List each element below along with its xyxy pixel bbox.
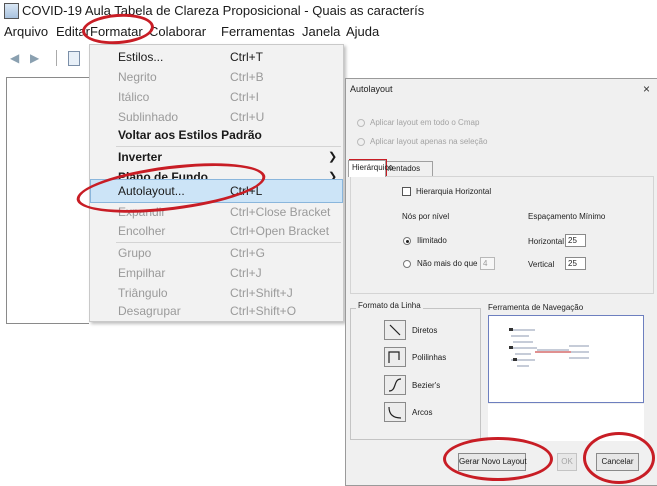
menu-item-encolher[interactable]: Encolher Ctrl+Open Bracket [90, 221, 343, 243]
window-title: COVID-19 Aula Tabela de Clareza Proposic… [22, 3, 425, 18]
polyline-icon [388, 351, 400, 363]
polyline-label: Polilinhas [412, 353, 447, 362]
menu-item-empilhar[interactable]: Empilhar Ctrl+J [90, 263, 343, 285]
menu-arquivo[interactable]: Arquivo [4, 24, 48, 39]
toolbar-separator [56, 50, 57, 66]
arc-label: Arcos [412, 408, 433, 417]
radio-apply-all-label: Aplicar layout em todo o Cmap [370, 118, 480, 127]
nodes-per-level-heading: Nós por nível [402, 212, 450, 221]
straight-line-icon [389, 324, 401, 336]
bezier-curve-icon [388, 378, 402, 392]
menu-item-grupo[interactable]: Grupo Ctrl+G [90, 243, 343, 265]
polyline-option[interactable] [384, 347, 406, 367]
vertical-spacing-field[interactable]: 25 [565, 257, 586, 270]
submenu-arrow-icon: ❯ [328, 151, 338, 163]
vertical-spacing-label: Vertical [528, 260, 555, 269]
menu-colaborar[interactable]: Colaborar [149, 24, 206, 39]
annotation-circle-cancel [583, 432, 655, 484]
radio-apply-selection-label: Aplicar layout apenas na seleção [370, 137, 488, 146]
arc-option[interactable] [384, 402, 406, 422]
min-spacing-heading: Espaçamento Mínimo [528, 212, 606, 221]
menu-ferramentas[interactable]: Ferramentas [221, 24, 295, 39]
radio-apply-all[interactable] [357, 119, 365, 127]
dialog-title: Autolayout [350, 84, 393, 94]
bezier-option[interactable] [384, 375, 406, 395]
menu-item-desagrupar[interactable]: Desagrupar Ctrl+Shift+O [90, 301, 343, 323]
radio-unlimited[interactable] [403, 237, 411, 245]
document-icon[interactable] [68, 51, 80, 66]
horizontal-spacing-field[interactable]: 25 [565, 234, 586, 247]
radio-apply-selection[interactable] [357, 138, 365, 146]
navigation-heading: Ferramenta de Navegação [488, 303, 584, 312]
radio-max-nodes-label: Não mais do que [417, 259, 478, 268]
arc-line-icon [388, 406, 402, 419]
menu-ajuda[interactable]: Ajuda [346, 24, 379, 39]
menu-item-negrito[interactable]: Negrito Ctrl+B [90, 67, 343, 89]
back-arrow-icon[interactable]: ◀ [10, 51, 19, 65]
radio-max-nodes[interactable] [403, 260, 411, 268]
straight-line-option[interactable] [384, 320, 406, 340]
hierarchy-tab-panel [350, 176, 654, 294]
menu-janela[interactable]: Janela [302, 24, 340, 39]
menu-item-estilos[interactable]: Estilos... Ctrl+T [90, 47, 343, 69]
hierarchy-horizontal-label: Hierarquia Horizontal [416, 187, 492, 196]
line-format-heading: Formato da Linha [356, 301, 423, 310]
forward-arrow-icon[interactable]: ▶ [30, 51, 39, 65]
close-icon[interactable]: × [643, 82, 650, 96]
ok-button[interactable]: OK [557, 453, 577, 471]
straight-line-label: Diretos [412, 326, 438, 335]
autolayout-dialog: Autolayout × Aplicar layout em todo o Cm… [345, 78, 657, 486]
menu-item-voltar-estilos[interactable]: Voltar aos Estilos Padrão [90, 125, 343, 147]
radio-unlimited-label: Ilimitado [417, 236, 447, 245]
max-nodes-field[interactable]: 4 [480, 257, 495, 270]
menu-item-italico[interactable]: Itálico Ctrl+I [90, 87, 343, 109]
bezier-label: Bezier's [412, 381, 441, 390]
hierarchy-horizontal-checkbox[interactable] [402, 187, 411, 196]
app-icon [4, 3, 19, 19]
tab-hierarquico[interactable]: Hierárquico [348, 160, 393, 177]
annotation-circle-generate [443, 437, 553, 481]
concept-map-thumbnail [509, 328, 589, 367]
horizontal-spacing-label: Horizontal [528, 237, 565, 246]
navigation-preview[interactable] [488, 315, 644, 403]
